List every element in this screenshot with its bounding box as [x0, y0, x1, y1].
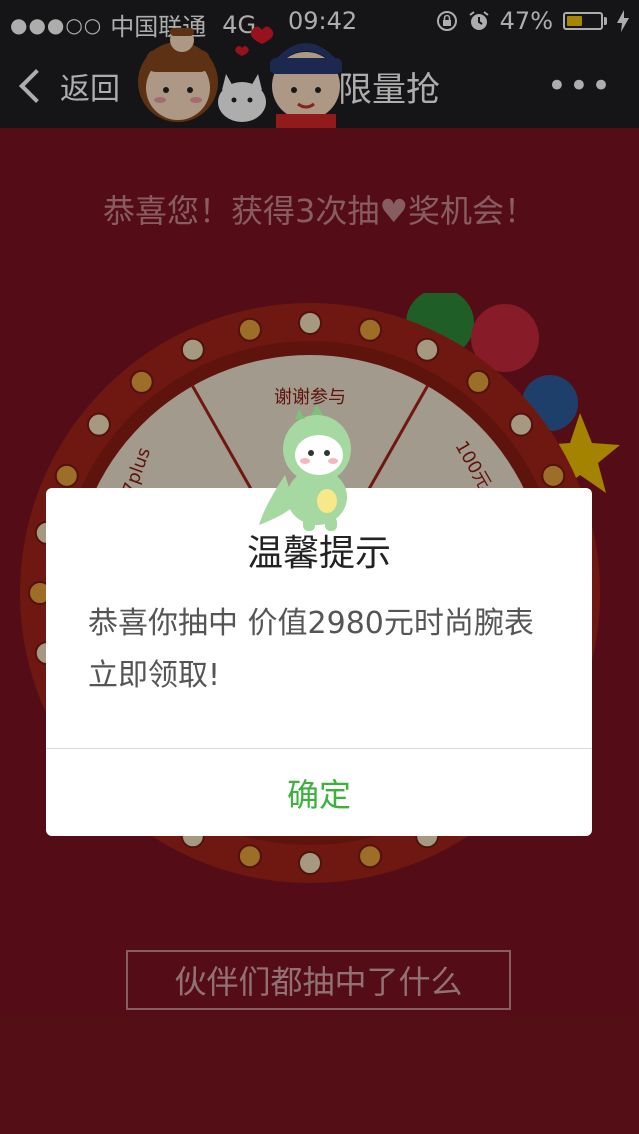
confirm-button[interactable]: 确定 — [46, 749, 592, 836]
dinosaur-sticker-icon — [259, 405, 351, 531]
tip-dialog: 温馨提示 恭喜你抽中 价值2980元时尚腕表 立即领取! 确定 — [46, 488, 592, 836]
dialog-message: 恭喜你抽中 价值2980元时尚腕表 立即领取! — [88, 606, 534, 693]
